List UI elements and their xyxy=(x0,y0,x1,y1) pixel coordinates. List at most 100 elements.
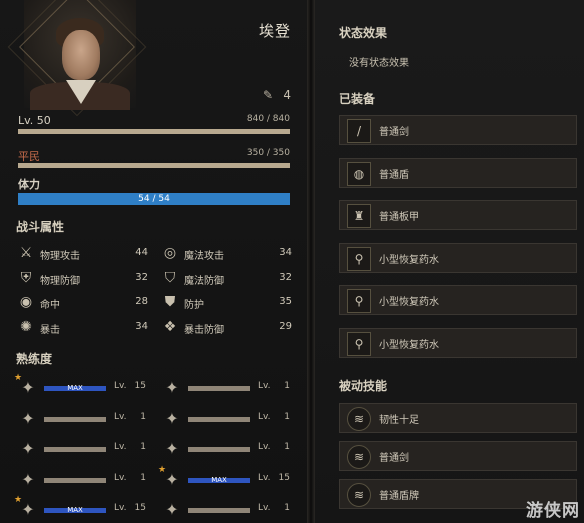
proficiency-row[interactable]: ✦ Lv. 1 xyxy=(18,470,146,492)
attribute-value: 44 xyxy=(135,247,148,258)
attribute-label: 暴击 xyxy=(40,324,60,336)
passive-skill-label: 普通盾牌 xyxy=(379,491,419,502)
proficiency-bar xyxy=(44,416,106,422)
proficiency-level: 1 xyxy=(284,381,290,391)
weapon-class-icon: ✦ xyxy=(21,439,35,458)
attribute-value: 29 xyxy=(279,320,292,332)
star-icon: ★ xyxy=(14,373,23,383)
equipment-slot[interactable]: ⚲ 小型恢复药水 xyxy=(339,327,577,358)
proficiency-row[interactable]: ✦ Lv. 1 xyxy=(18,409,146,431)
stamina-label: 体力 xyxy=(18,178,40,191)
equipment-slot[interactable]: ♜ 普通板甲 xyxy=(339,200,577,230)
potion-icon: ⚲ xyxy=(347,331,371,356)
combat-title: 战斗属性 xyxy=(16,220,65,234)
equipment-label: 小型恢复药水 xyxy=(379,339,439,351)
lv-label: Lv. xyxy=(114,442,127,452)
potion-icon: ⚲ xyxy=(347,246,371,271)
passive-skill-label: 韧性十足 xyxy=(379,415,419,426)
character-name: 埃登 xyxy=(258,22,291,40)
proficiency-row[interactable]: ✦ Lv. 1 xyxy=(162,409,290,431)
combat-attribute[interactable]: ⛨ 物理防御 32 xyxy=(18,270,148,288)
character-portrait[interactable] xyxy=(62,30,100,80)
character-panel: 埃登 ✎ 4 Lv. 50 840 / 840 平民 350 / 350 体力 … xyxy=(0,0,307,523)
xp-value: 840 / 840 xyxy=(246,114,290,124)
equipment-slot[interactable]: ⚲ 小型恢复药水 xyxy=(339,242,577,273)
star-icon: ★ xyxy=(158,464,167,475)
proficiency-row[interactable]: ✦ ★ MAX Lv. 15 xyxy=(14,373,146,400)
equipment-label: 普通盾 xyxy=(379,169,409,181)
attribute-value: 32 xyxy=(135,271,148,283)
weapon-class-icon: ✦ xyxy=(165,500,179,519)
sword-cross-icon: ⚔ xyxy=(19,245,33,261)
passive-skill[interactable]: ≋ 韧性十足 xyxy=(339,403,577,433)
proficiency-row[interactable]: ✦ ★ MAX Lv. 15 xyxy=(14,495,146,522)
combat-attribute[interactable]: ⛉ 魔法防御 32 xyxy=(162,270,292,288)
proficiency-level: 1 xyxy=(284,503,290,513)
attribute-label: 物理攻击 xyxy=(40,251,80,262)
max-label: MAX xyxy=(67,384,83,392)
passive-skill-icon: ≋ xyxy=(347,445,371,469)
proficiency-bar xyxy=(44,477,106,483)
level-bar: Lv. 50 840 / 840 xyxy=(18,114,290,136)
weapon-class-icon: ✦ xyxy=(165,408,179,428)
stamina-bar: 体力 54 / 54 xyxy=(18,176,290,206)
attribute-value: 32 xyxy=(279,271,292,283)
attribute-value: 34 xyxy=(279,247,292,258)
combat-attribute[interactable]: ⛊ 防护 35 xyxy=(162,294,292,312)
combat-attribute[interactable]: ◉ 命中 28 xyxy=(18,294,148,312)
combat-attribute[interactable]: ✺ 暴击 34 xyxy=(18,319,148,337)
lv-label: Lv. xyxy=(114,411,127,422)
target-icon: ◉ xyxy=(19,294,33,310)
equipment-label: 小型恢复药水 xyxy=(379,254,439,266)
combat-attribute[interactable]: ⚔ 物理攻击 44 xyxy=(18,245,148,263)
weapon-class-icon: ✦ xyxy=(21,469,35,489)
xp-fill xyxy=(18,129,290,134)
guard-icon: ⛊ xyxy=(164,294,176,310)
proficiency-row[interactable]: ✦ Lv. 1 xyxy=(162,439,290,461)
class-label: 平民 xyxy=(18,150,40,163)
lv-label: Lv. xyxy=(258,411,271,422)
proficiency-level: 15 xyxy=(134,503,146,513)
lv-label: Lv. xyxy=(114,472,127,483)
equipment-label: 普通板甲 xyxy=(379,212,419,223)
passive-skill-icon: ≋ xyxy=(347,407,371,431)
weapon-class-icon: ✦ xyxy=(21,408,35,428)
proficiency-row[interactable]: ✦ ★ MAX Lv. 15 xyxy=(158,465,290,492)
proficiency-level: 1 xyxy=(140,472,146,483)
weapon-class-icon: ✦ xyxy=(165,439,179,458)
attribute-label: 魔法攻击 xyxy=(184,251,224,262)
stamina-value: 54 / 54 xyxy=(138,194,170,204)
proficiency-bar xyxy=(188,386,250,391)
xp-track xyxy=(18,129,290,134)
proficiency-bar xyxy=(188,447,250,452)
potion-icon: ⚲ xyxy=(347,289,371,313)
equipment-slot[interactable]: ⚲ 小型恢复药水 xyxy=(339,285,577,315)
watermark: 游侠网 xyxy=(526,501,580,521)
status-title: 状态效果 xyxy=(339,26,388,40)
passive-skill-icon: ≋ xyxy=(347,483,371,507)
attribute-value: 28 xyxy=(135,296,148,307)
proficiency-title: 熟练度 xyxy=(16,352,53,366)
combat-attribute[interactable]: ◎ 魔法攻击 34 xyxy=(162,245,292,263)
feather-icon: ✎ xyxy=(262,88,273,102)
proficiency-row[interactable]: ✦ Lv. 1 xyxy=(18,439,146,461)
magic-swirl-icon: ◎ xyxy=(163,245,177,261)
equipment-slot[interactable]: / 普通剑 xyxy=(339,115,577,145)
attribute-value: 34 xyxy=(135,320,148,332)
passive-skill[interactable]: ≋ 普通剑 xyxy=(339,441,577,471)
proficiency-row[interactable]: ✦ Lv. 1 xyxy=(162,500,290,522)
combat-attribute[interactable]: ❖ 暴击防御 29 xyxy=(162,319,292,337)
attribute-value: 35 xyxy=(279,296,292,307)
lv-label: Lv. xyxy=(258,503,271,513)
proficiency-level: 1 xyxy=(284,442,290,452)
proficiency-row[interactable]: ✦ Lv. 1 xyxy=(162,378,290,400)
attribute-label: 防护 xyxy=(184,300,204,311)
proficiency-bar xyxy=(44,447,106,452)
stat-points-count: 4 xyxy=(283,88,291,102)
equipment-title: 已装备 xyxy=(339,92,376,106)
level-label: Lv. 50 xyxy=(18,114,51,127)
equipment-slot[interactable]: ◍ 普通盾 xyxy=(339,157,577,188)
lv-label: Lv. xyxy=(258,381,271,391)
lv-label: Lv. xyxy=(258,472,271,483)
weapon-class-icon: ✦ xyxy=(165,378,179,397)
